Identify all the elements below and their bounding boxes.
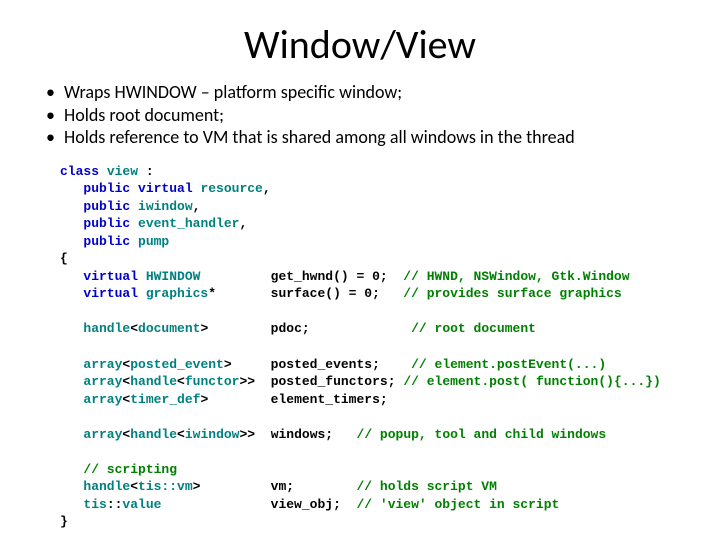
type: functor [185, 374, 240, 389]
type: graphics [146, 286, 208, 301]
code-text: windows; [271, 427, 333, 442]
comment: // root document [411, 321, 536, 336]
type: tis [83, 497, 106, 512]
code-text: posted_functors; [271, 374, 396, 389]
type: timer_def [130, 392, 200, 407]
text: : [138, 164, 154, 179]
type: handle [83, 321, 130, 336]
comment: // provides surface graphics [403, 286, 621, 301]
code-text: pdoc; [271, 321, 310, 336]
type: array [83, 392, 122, 407]
keyword: virtual [138, 181, 193, 196]
slide: Window/View Wraps HWINDOW – platform spe… [0, 0, 720, 551]
type: array [83, 357, 122, 372]
comment: // element.post( function(){...}) [403, 374, 660, 389]
type: value [122, 497, 161, 512]
comment: // popup, tool and child windows [357, 427, 607, 442]
type: resource [200, 181, 262, 196]
code-text: vm; [271, 479, 294, 494]
type: handle [130, 427, 177, 442]
type: handle [130, 374, 177, 389]
code-block: class view : public virtual resource, pu… [30, 163, 690, 531]
type: tis::vm [138, 479, 193, 494]
keyword: public [83, 234, 130, 249]
code-text: surface() = 0; [271, 286, 380, 301]
code-text: view_obj; [271, 497, 341, 512]
comment: // HWND, NSWindow, Gtk.Window [403, 269, 629, 284]
list-item: Holds root document; [64, 104, 690, 127]
keyword: class [60, 164, 99, 179]
code-text: element_timers; [271, 392, 388, 407]
code-text: get_hwnd() = 0; [271, 269, 388, 284]
list-item: Holds reference to VM that is shared amo… [64, 126, 690, 149]
type: array [83, 374, 122, 389]
keyword: public [83, 199, 130, 214]
slide-title: Window/View [30, 20, 690, 69]
bullet-list: Wraps HWINDOW – platform specific window… [30, 81, 690, 149]
comment: // scripting [83, 462, 177, 477]
comment: // element.postEvent(...) [411, 357, 606, 372]
comment: // 'view' object in script [356, 497, 559, 512]
keyword: public [83, 181, 130, 196]
type: posted_event [130, 357, 224, 372]
type: document [138, 321, 200, 336]
keyword: virtual [83, 269, 138, 284]
type: HWINDOW [146, 269, 201, 284]
list-item: Wraps HWINDOW – platform specific window… [64, 81, 690, 104]
type: view [107, 164, 138, 179]
type: event_handler [138, 216, 239, 231]
type: array [83, 427, 122, 442]
comment: // holds script VM [356, 479, 496, 494]
type: iwindow [138, 199, 193, 214]
keyword: virtual [83, 286, 138, 301]
type: handle [83, 479, 130, 494]
keyword: public [83, 216, 130, 231]
code-text: posted_events; [271, 357, 380, 372]
type: iwindow [185, 427, 240, 442]
type: pump [138, 234, 169, 249]
